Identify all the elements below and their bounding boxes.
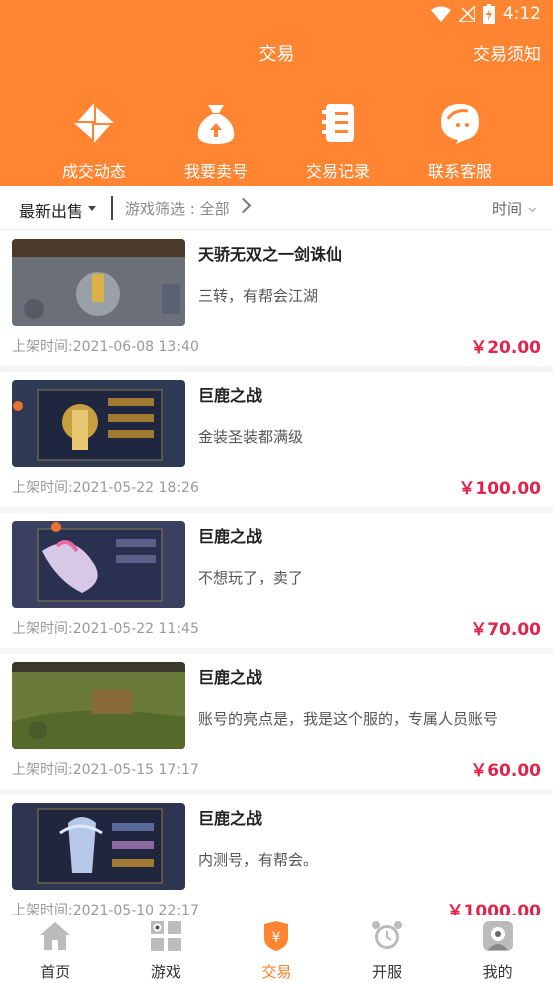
tab-label: 交易 — [261, 963, 292, 981]
svg-text:¥: ¥ — [272, 930, 281, 946]
quick-customer-service[interactable]: 联系客服 — [399, 100, 521, 182]
quick-actions: 成交动态 我要卖号 交易记录 联系客服 — [0, 100, 553, 182]
tab-label: 开服 — [372, 963, 403, 981]
listing-price: ￥1000.00 — [446, 902, 541, 915]
money-bag-icon — [193, 100, 239, 146]
game-filter[interactable]: 游戏筛选 : 全部 — [125, 198, 230, 219]
listing-list: 天骄无双之一剑诛仙 三转，有帮会江湖 上架时间:2021-06-08 13:40… — [0, 231, 553, 915]
listing-row[interactable]: 巨鹿之战 内测号，有帮会。 上架时间:2021-05-10 22:17 ￥100… — [0, 795, 553, 915]
listing-title: 巨鹿之战 — [198, 809, 263, 828]
listing-date: 上架时间:2021-05-10 22:17 — [12, 903, 199, 915]
listing-price: ￥70.00 — [470, 620, 541, 640]
wifi-icon — [430, 6, 451, 22]
listing-price: ￥60.00 — [470, 761, 541, 781]
listing-thumbnail — [12, 239, 185, 326]
time-sort[interactable]: 时间 — [492, 198, 522, 219]
chevron-down-icon — [528, 204, 537, 213]
listing-desc: 内测号，有帮会。 — [198, 851, 319, 869]
header: 4:12 交易 交易须知 成交动态 我要卖号 交易记录 联系客服 — [0, 0, 553, 186]
tab-server-open[interactable]: 开服 — [332, 915, 443, 983]
listing-title: 巨鹿之战 — [198, 668, 263, 687]
tab-mine[interactable]: 我的 — [442, 915, 553, 983]
quick-label: 成交动态 — [61, 162, 126, 181]
quick-trade-records[interactable]: 交易记录 — [277, 100, 399, 182]
bottom-tab-bar: 首页 游戏 ¥ 交易 开服 我的 — [0, 915, 553, 983]
listing-title: 巨鹿之战 — [198, 386, 263, 405]
home-icon — [38, 919, 72, 953]
divider — [111, 196, 113, 220]
quick-label: 联系客服 — [427, 162, 492, 181]
listing-title: 天骄无双之一剑诛仙 — [198, 245, 343, 264]
listing-row[interactable]: 巨鹿之战 金装圣装都满级 上架时间:2021-05-22 18:26 ￥100.… — [0, 372, 553, 513]
status-bar: 4:12 — [0, 0, 553, 30]
avatar-icon — [481, 919, 515, 953]
listing-thumbnail — [12, 662, 185, 749]
record-icon — [315, 100, 361, 146]
status-time: 4:12 — [502, 4, 541, 24]
quick-label: 我要卖号 — [183, 162, 248, 181]
quick-sell-account[interactable]: 我要卖号 — [155, 100, 277, 182]
listing-date: 上架时间:2021-05-22 18:26 — [12, 480, 199, 496]
listing-date: 上架时间:2021-05-15 17:17 — [12, 762, 199, 778]
tab-games[interactable]: 游戏 — [111, 915, 222, 983]
caret-down-icon — [88, 206, 96, 211]
listing-row[interactable]: 天骄无双之一剑诛仙 三转，有帮会江湖 上架时间:2021-06-08 13:40… — [0, 231, 553, 372]
quick-label: 交易记录 — [305, 162, 370, 181]
filter-bar: 最新出售 游戏筛选 : 全部 时间 — [0, 186, 553, 230]
listing-thumbnail — [12, 521, 185, 608]
yen-shield-icon: ¥ — [259, 919, 293, 953]
listing-desc: 金装圣装都满级 — [198, 428, 304, 446]
quick-deal-activity[interactable]: 成交动态 — [33, 100, 155, 182]
tab-label: 我的 — [482, 963, 513, 981]
listing-desc: 不想玩了，卖了 — [198, 569, 304, 587]
pinwheel-icon — [71, 100, 117, 146]
listing-thumbnail — [12, 380, 185, 467]
listing-thumbnail — [12, 803, 185, 890]
listing-title: 巨鹿之战 — [198, 527, 263, 546]
listing-row[interactable]: 巨鹿之战 账号的亮点是，我是这个服的，专属人员账号 上架时间:2021-05-1… — [0, 654, 553, 795]
listing-price: ￥20.00 — [470, 338, 541, 358]
no-signal-icon — [458, 6, 475, 22]
grid-icon — [149, 919, 183, 953]
alarm-clock-icon — [370, 919, 404, 953]
tab-label: 首页 — [40, 963, 71, 981]
listing-desc: 账号的亮点是，我是这个服的，专属人员账号 — [198, 710, 499, 728]
chevron-right-icon — [235, 197, 252, 214]
customer-service-icon — [437, 100, 483, 146]
listing-date: 上架时间:2021-05-22 11:45 — [12, 621, 199, 637]
listing-date: 上架时间:2021-06-08 13:40 — [12, 339, 199, 355]
sort-latest-dropdown[interactable]: 最新出售 — [19, 198, 83, 222]
tab-home[interactable]: 首页 — [0, 915, 111, 983]
trade-notice-link[interactable]: 交易须知 — [473, 38, 541, 72]
listing-row[interactable]: 巨鹿之战 不想玩了，卖了 上架时间:2021-05-22 11:45 ￥70.0… — [0, 513, 553, 654]
tab-trade[interactable]: ¥ 交易 — [221, 915, 332, 983]
tab-label: 游戏 — [150, 963, 181, 981]
listing-desc: 三转，有帮会江湖 — [198, 287, 319, 305]
listing-price: ￥100.00 — [458, 479, 541, 499]
battery-charging-icon — [482, 4, 495, 24]
page-title: 交易 — [258, 44, 295, 65]
